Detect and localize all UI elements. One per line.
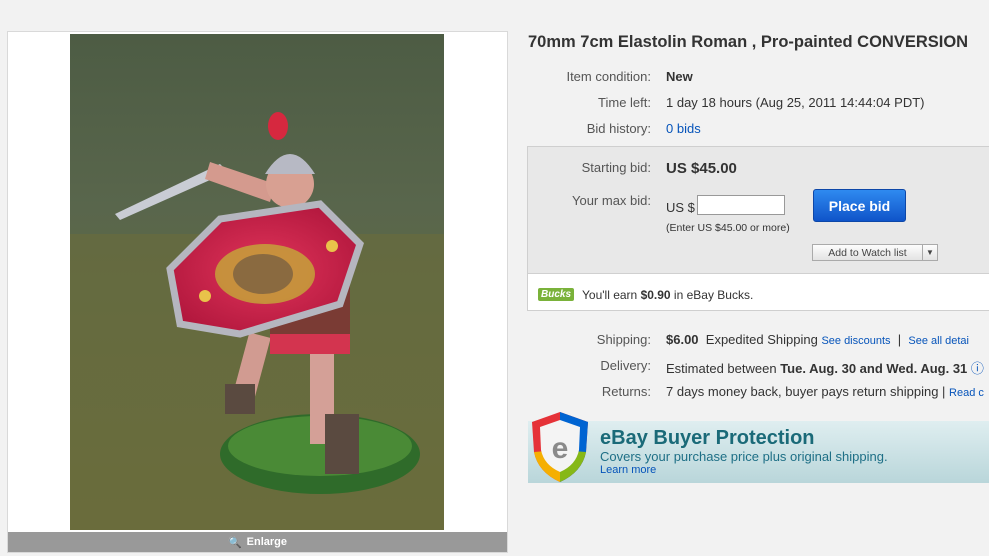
svg-text:e: e [552,432,569,465]
shipping-method: Expedited Shipping [705,332,818,347]
starting-bid-label: Starting bid: [581,160,651,175]
max-bid-input[interactable] [697,195,785,215]
condition-label: Item condition: [566,69,651,84]
buyer-protection-title: eBay Buyer Protection [600,427,815,449]
time-left-value: 1 day 18 hours (Aug 25, 2011 14:44:04 PD… [666,95,925,110]
max-bid-label: Your max bid: [571,193,651,208]
magnifier-icon: 🔍 [227,536,242,549]
currency-prefix: US $ [666,200,695,215]
condition-value: New [666,69,693,84]
dropdown-arrow-icon[interactable]: ▼ [923,245,937,260]
bid-history-link[interactable]: 0 bids [666,121,701,136]
ebay-bucks-text: You'll earn $0.90 in eBay Bucks. [582,288,754,302]
listing-title: 70mm 7cm Elastolin Roman , Pro-painted C… [528,33,969,51]
help-icon[interactable]: ⓘ [971,361,984,376]
see-all-details-link[interactable]: See all detai [908,335,969,347]
delivery-details: Estimated between Tue. Aug. 30 and Wed. … [666,361,984,376]
returns-details: 7 days money back, buyer pays return shi… [666,384,984,399]
enlarge-button[interactable]: 🔍 Enlarge [8,532,507,552]
bid-hint: (Enter US $45.00 or more) [666,222,790,234]
learn-more-link[interactable]: Learn more [600,464,656,476]
enlarge-label: Enlarge [246,536,288,548]
watch-label: Add to Watch list [813,245,923,260]
bid-history-label: Bid history: [586,121,651,136]
bucks-amount: $0.90 [640,288,671,302]
ebay-bucks-logo: Bucks [538,288,575,301]
buyer-protection-shield-icon: e [532,412,588,482]
shipping-label: Shipping: [596,332,651,347]
delivery-label: Delivery: [600,358,651,373]
shipping-cost: $6.00 [666,332,699,347]
read-more-link[interactable]: Read c [949,387,984,399]
place-bid-button[interactable]: Place bid [813,189,906,222]
see-discounts-link[interactable]: See discounts [821,335,890,347]
buyer-protection-subtitle: Covers your purchase price plus original… [600,449,888,464]
returns-label: Returns: [601,384,651,399]
add-to-watch-list-button[interactable]: Add to Watch list ▼ [812,244,938,261]
separator: | [897,332,902,347]
starting-bid-value: US $45.00 [666,160,737,177]
time-left-label: Time left: [598,95,651,110]
delivery-dates: Tue. Aug. 30 and Wed. Aug. 31 [780,361,968,376]
shipping-details: $6.00 Expedited Shipping See discounts |… [666,332,969,347]
